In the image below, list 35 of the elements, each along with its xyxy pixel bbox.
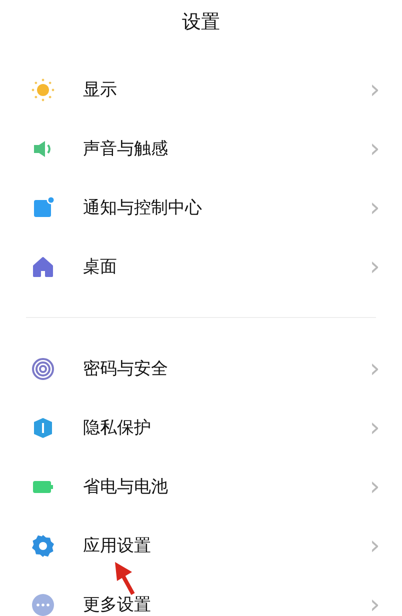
setting-label: 隐私保护 xyxy=(83,417,152,439)
chevron-icon: › xyxy=(364,254,386,280)
gear-icon xyxy=(31,534,55,558)
settings-item[interactable]: 省电与电池 › xyxy=(0,457,402,516)
chevron-icon: › xyxy=(364,414,386,440)
settings-item[interactable]: 声音与触感 › xyxy=(0,119,402,178)
more-icon xyxy=(31,592,55,616)
settings-item[interactable]: 显示 › xyxy=(0,60,402,119)
chevron-icon: › xyxy=(364,532,386,558)
settings-item[interactable]: 通知与控制中心 › xyxy=(0,178,402,237)
page-title: 设置 xyxy=(181,10,221,35)
settings-item[interactable]: 更多设置 › xyxy=(0,575,402,616)
setting-label: 应用设置 xyxy=(83,535,152,557)
chevron-icon: › xyxy=(364,136,386,162)
notification-icon xyxy=(31,196,55,220)
chevron-icon: › xyxy=(364,356,386,382)
settings-item[interactable]: 应用设置 › xyxy=(0,516,402,575)
setting-label: 省电与电池 xyxy=(83,476,169,498)
chevron-icon: › xyxy=(364,474,386,500)
setting-label: 桌面 xyxy=(83,256,118,278)
setting-label: 密码与安全 xyxy=(83,358,169,380)
settings-item[interactable]: 密码与安全 › xyxy=(0,339,402,398)
setting-label: 显示 xyxy=(83,79,118,101)
fingerprint-icon xyxy=(31,356,55,380)
chevron-icon: › xyxy=(364,592,386,616)
home-icon xyxy=(31,254,55,278)
setting-label: 通知与控制中心 xyxy=(83,197,203,219)
chevron-icon: › xyxy=(364,76,386,102)
setting-label: 更多设置 xyxy=(83,594,152,616)
setting-label: 声音与触感 xyxy=(83,138,169,160)
settings-item[interactable]: 隐私保护 › xyxy=(0,398,402,457)
settings-item[interactable]: 桌面 › xyxy=(0,237,402,296)
chevron-icon: › xyxy=(364,194,386,220)
shield-icon xyxy=(31,416,55,440)
sun-icon xyxy=(31,78,55,102)
